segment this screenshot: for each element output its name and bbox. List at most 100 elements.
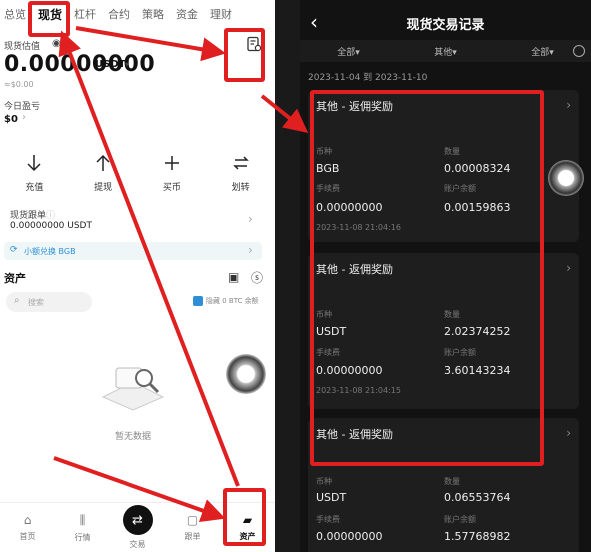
transfer-label: 划转 xyxy=(231,183,250,193)
small-swap-banner[interactable]: ⟳ 小额兑换 BGB › xyxy=(4,242,262,260)
tab-margin[interactable]: 杠杆 xyxy=(70,6,104,22)
withdraw-button[interactable]: 提现 xyxy=(69,152,138,193)
filter-coin[interactable]: 全部▾ xyxy=(300,45,397,58)
fee-label: 手续费 xyxy=(316,184,340,193)
chevron-right-icon[interactable]: › xyxy=(248,212,253,226)
coin-value: USDT xyxy=(316,325,347,338)
fee-value: 0.00000000 xyxy=(316,201,383,214)
qty-value: 2.02374252 xyxy=(444,325,511,338)
spot-account-label: 现货跟单 xyxy=(10,211,47,221)
record-time: 2023-11-08 21:04:15 xyxy=(316,386,401,395)
eye-icon[interactable]: ◉ xyxy=(52,38,61,49)
trade-icon: ⇄ xyxy=(122,505,153,535)
banner-text: 小额兑换 BGB xyxy=(24,247,76,256)
plus-icon xyxy=(164,156,179,170)
swap-icon: ⟳ xyxy=(10,245,18,255)
nav-home[interactable]: ⌂ 首页 xyxy=(0,503,55,552)
quick-actions: 充值 提现 买币 划转 xyxy=(0,152,275,193)
nav-home-label: 首页 xyxy=(19,532,36,541)
wallet-icon: ▰ xyxy=(242,513,253,527)
home-icon: ⌂ xyxy=(23,513,32,527)
qty-value: 0.00008324 xyxy=(444,162,511,175)
assets-screen: 总览 现货 杠杆 合约 策略 资金 理财 现货估值 ◉ 0.00000000 U… xyxy=(0,0,275,552)
floating-assistant-icon[interactable] xyxy=(548,160,584,196)
buy-crypto-button[interactable]: 买币 xyxy=(138,152,207,193)
search-placeholder: 搜索 xyxy=(28,298,44,307)
asset-tabs: 总览 现货 杠杆 合约 策略 资金 理财 xyxy=(0,0,275,28)
hide-small-label: 隐藏 0 BTC 余额 xyxy=(206,297,259,305)
fee-label: 手续费 xyxy=(316,515,340,524)
filter-type[interactable]: 其他▾ xyxy=(397,45,494,58)
spot-records-screen: ‹ 现货交易记录 全部▾ 其他▾ 全部▾ 2023-11-04 到 2023-1… xyxy=(300,0,591,552)
market-icon: ⫼ xyxy=(79,512,86,527)
transfer-button[interactable]: 划转 xyxy=(206,152,275,193)
nav-trade-label: 交易 xyxy=(129,540,146,549)
balance-label: 账户余额 xyxy=(444,184,476,193)
record-card[interactable]: 其他 - 返佣奖励 › 币种 数量 USDT 2.02374252 手续费 账户… xyxy=(308,253,579,409)
floating-assistant-icon[interactable] xyxy=(226,354,266,394)
record-time: 2023-11-08 21:04:16 xyxy=(316,223,401,232)
filter-bar: 全部▾ 其他▾ 全部▾ xyxy=(300,40,591,62)
chevron-right-icon: › xyxy=(566,426,571,440)
nav-copy-label: 跟单 xyxy=(184,532,201,541)
qty-label: 数量 xyxy=(444,477,460,486)
convert-icon[interactable]: ⓢ xyxy=(251,269,263,286)
chevron-right-icon[interactable]: › xyxy=(22,112,26,123)
tab-futures[interactable]: 合约 xyxy=(104,6,138,22)
history-icon[interactable]: ▣ xyxy=(228,270,239,284)
record-type: 其他 - 返佣奖励 xyxy=(316,263,393,276)
spot-account-value: 0.00000000 USDT xyxy=(10,221,92,231)
info-icon[interactable]: ⓘ xyxy=(46,208,55,221)
record-card[interactable]: 其他 - 返佣奖励 › 币种 数量 BGB 0.00008324 手续费 账户余… xyxy=(308,90,579,242)
nav-market[interactable]: ⫼ 行情 xyxy=(55,503,110,552)
balance-label: 账户余额 xyxy=(444,515,476,524)
clock-icon[interactable] xyxy=(573,45,585,57)
balance-value: 3.60143234 xyxy=(444,364,511,377)
deposit-button[interactable]: 充值 xyxy=(0,152,69,193)
total-amount: 0.00000000 xyxy=(4,52,156,77)
record-card[interactable]: 其他 - 返佣奖励 › 币种 数量 USDT 0.06553764 手续费 账户… xyxy=(308,418,579,552)
bottom-nav: ⌂ 首页 ⫼ 行情 ⇄ 交易 ▢ 跟单 ▰ 资产 xyxy=(0,502,275,552)
hide-small-checkbox[interactable] xyxy=(193,296,203,306)
fee-value: 0.00000000 xyxy=(316,364,383,377)
asset-search-input[interactable]: ⌕ 搜索 xyxy=(6,292,92,312)
arrow-up-icon xyxy=(96,154,110,171)
tab-strategy[interactable]: 策略 xyxy=(138,6,172,22)
coin-label: 币种 xyxy=(316,310,332,319)
coin-label: 币种 xyxy=(316,477,332,486)
empty-text: 暂无数据 xyxy=(115,432,152,442)
qty-value: 0.06553764 xyxy=(444,491,511,504)
valuation-label: 现货估值 xyxy=(4,42,41,52)
search-icon: ⌕ xyxy=(14,295,20,306)
nav-copy[interactable]: ▢ 跟单 xyxy=(165,503,220,552)
balance-value: 0.00159863 xyxy=(444,201,511,214)
fee-value: 0.00000000 xyxy=(316,530,383,543)
assets-title: 资产 xyxy=(4,272,26,285)
coin-label: 币种 xyxy=(316,147,332,156)
date-range: 2023-11-04 到 2023-11-10 xyxy=(308,73,428,83)
chevron-right-icon: › xyxy=(248,243,253,257)
nav-assets[interactable]: ▰ 资产 xyxy=(220,503,275,552)
coin-value: USDT xyxy=(316,491,347,504)
nav-trade[interactable]: ⇄ 交易 xyxy=(110,503,165,552)
tab-spot[interactable]: 现货 xyxy=(34,6,70,23)
pnl-label: 今日盈亏 xyxy=(4,102,41,112)
unit-selector[interactable]: USDT xyxy=(95,59,125,70)
records-icon[interactable] xyxy=(246,36,262,52)
chevron-down-icon[interactable]: ▾ xyxy=(125,60,129,69)
balance-label: 账户余额 xyxy=(444,348,476,357)
deposit-label: 充值 xyxy=(25,183,44,193)
copy-icon: ▢ xyxy=(186,513,199,527)
chevron-right-icon: › xyxy=(566,98,571,112)
tab-earn[interactable]: 理财 xyxy=(206,6,240,22)
record-type: 其他 - 返佣奖励 xyxy=(316,100,393,113)
tab-funding[interactable]: 资金 xyxy=(172,6,206,22)
withdraw-label: 提现 xyxy=(94,183,113,193)
coin-value: BGB xyxy=(316,162,340,175)
approx-value: ≈$0.00 xyxy=(4,80,34,89)
tab-overview[interactable]: 总览 xyxy=(0,6,34,22)
arrow-down-icon xyxy=(27,155,41,172)
qty-label: 数量 xyxy=(444,310,460,319)
nav-market-label: 行情 xyxy=(74,532,91,542)
pnl-value: $0 xyxy=(4,114,18,125)
